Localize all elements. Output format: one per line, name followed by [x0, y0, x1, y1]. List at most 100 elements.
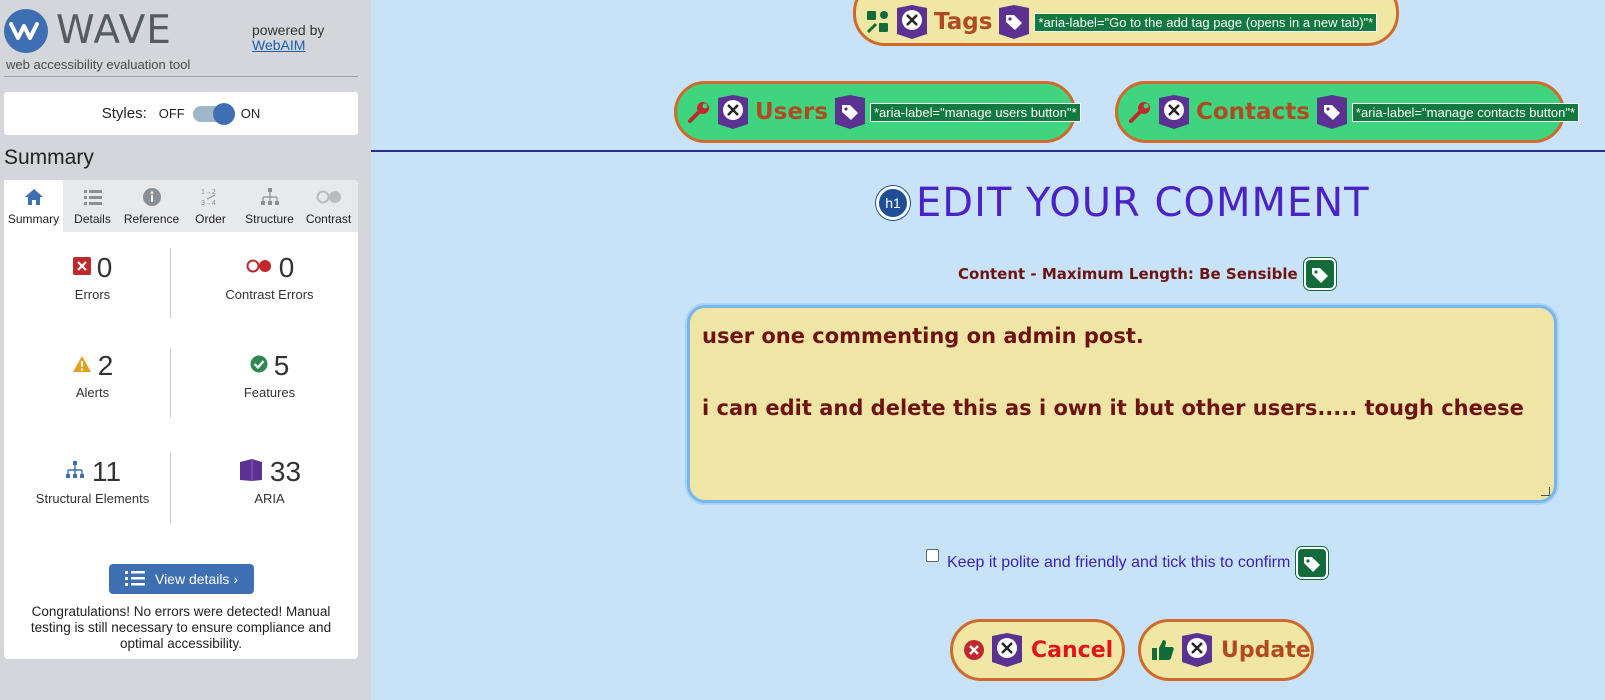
stat-row: 11 Structural Elements 33 ARIA: [4, 452, 358, 556]
header-divider: [371, 150, 1605, 152]
stat-row: 0 Errors 0 Contrast Errors: [4, 248, 358, 350]
congrats-message: Congratulations! No errors were detected…: [30, 604, 332, 651]
aria-label-annotation: *aria-label="manage users button"*: [870, 102, 1081, 122]
view-details-button[interactable]: View details ›: [109, 564, 254, 594]
update-button[interactable]: Update: [1138, 619, 1314, 681]
stat-row: 2 Alerts 5 Features: [4, 348, 358, 456]
contrast-icon: [316, 185, 342, 209]
content-label-text: Content - Maximum Length: Be Sensible: [958, 265, 1298, 283]
stat-contrast-errors[interactable]: 0 Contrast Errors: [181, 252, 358, 350]
aria-hidden-icon: [717, 95, 749, 129]
styles-toggle-box: Styles: OFF ON: [4, 92, 358, 135]
webaim-link[interactable]: WebAIM: [252, 37, 305, 53]
stat-label: Alerts: [75, 385, 110, 400]
wave-tabs: Summary Details Reference 1→2 3→4 Order S…: [4, 180, 358, 232]
cancel-icon: [963, 639, 985, 661]
summary-heading: Summary: [4, 146, 94, 169]
tab-label: Contrast: [305, 212, 352, 226]
confirm-label: Keep it polite and friendly and tick thi…: [947, 554, 1291, 571]
tab-structure[interactable]: Structure: [240, 180, 299, 232]
update-label: Update: [1221, 637, 1311, 663]
summary-stats: 0 Errors 0 Contrast Errors 2 Alerts 5 Fe…: [4, 248, 358, 556]
tab-label: Reference: [123, 212, 180, 226]
wrench-icon: [687, 100, 711, 124]
stat-value: 0: [278, 252, 295, 283]
divider: [170, 452, 171, 524]
page-content: Tags *aria-label="Go to the add tag page…: [371, 0, 1605, 700]
page-heading: h1 EDIT YOUR COMMENT: [876, 180, 1370, 226]
stat-value: 2: [97, 350, 114, 381]
label-feature-icon: [1296, 547, 1329, 579]
comment-line-1: user one commenting on admin post.: [702, 324, 1144, 348]
tab-order[interactable]: 1→2 3→4 Order: [181, 180, 240, 232]
stat-value: 0: [96, 252, 113, 283]
aria-hidden-icon: [1158, 95, 1190, 129]
divider: [4, 76, 358, 77]
tag-wrench-icon: [866, 10, 890, 34]
resize-handle[interactable]: [1541, 487, 1550, 496]
tags-label: Tags: [934, 9, 993, 35]
contacts-button[interactable]: Contacts *aria-label="manage contacts bu…: [1115, 81, 1580, 143]
error-icon: [72, 256, 91, 280]
stat-errors[interactable]: 0 Errors: [4, 252, 181, 350]
stat-structural[interactable]: 11 Structural Elements: [4, 456, 181, 556]
aria-label-icon: [834, 95, 866, 129]
styles-label: Styles:: [101, 105, 147, 122]
comment-textarea[interactable]: user one commenting on admin post. i can…: [687, 305, 1557, 503]
tags-button[interactable]: Tags *aria-label="Go to the add tag page…: [853, 0, 1399, 46]
styles-toggle[interactable]: [192, 102, 235, 125]
page-title: EDIT YOUR COMMENT: [916, 180, 1370, 226]
stat-label: ARIA: [254, 491, 285, 506]
structure-icon: [64, 460, 86, 485]
tab-details[interactable]: Details: [63, 180, 122, 232]
styles-off-label: OFF: [158, 106, 185, 121]
aria-label-icon: [998, 5, 1030, 39]
cancel-label: Cancel: [1031, 637, 1114, 663]
toggle-knob: [212, 102, 235, 125]
contacts-label: Contacts: [1196, 99, 1310, 125]
users-button[interactable]: Users *aria-label="manage users button"*: [674, 81, 1081, 143]
tab-label: Details: [74, 212, 111, 226]
stat-aria[interactable]: 33 ARIA: [181, 456, 358, 556]
stat-label: Contrast Errors: [225, 287, 314, 302]
stat-label: Structural Elements: [35, 491, 150, 506]
list-icon: [124, 570, 145, 589]
powered-by: powered by WebAIM: [252, 23, 324, 53]
tab-label: Order: [195, 212, 226, 226]
order-icon: 1→2 3→4: [200, 185, 222, 209]
label-feature-icon: [1303, 258, 1336, 290]
styles-on-label: ON: [240, 106, 261, 121]
aria-label-annotation: *aria-label="Go to the add tag page (ope…: [1034, 12, 1378, 32]
structure-icon: [259, 185, 281, 209]
svg-text:1→2: 1→2: [201, 189, 216, 196]
wave-logo[interactable]: WAVE: [4, 8, 172, 53]
aria-icon: [238, 458, 264, 487]
h1-icon: h1: [876, 186, 910, 220]
tab-reference[interactable]: Reference: [122, 180, 181, 232]
aria-label-annotation: *aria-label="manage contacts button"*: [1351, 102, 1580, 122]
users-label: Users: [755, 99, 828, 125]
tab-contrast[interactable]: Contrast: [299, 180, 358, 232]
list-icon: [83, 185, 103, 209]
tab-summary[interactable]: Summary: [4, 180, 63, 232]
thumbs-up-icon: [1151, 638, 1175, 662]
stat-value: 33: [269, 456, 302, 487]
info-icon: [142, 185, 162, 209]
confirm-row: Keep it polite and friendly and tick thi…: [926, 547, 1329, 579]
wave-logo-text: WAVE: [56, 8, 172, 53]
alert-icon: [72, 355, 92, 378]
stat-features[interactable]: 5 Features: [181, 350, 358, 456]
confirm-checkbox[interactable]: [926, 548, 939, 562]
content-label: Content - Maximum Length: Be Sensible: [958, 258, 1336, 290]
aria-hidden-icon: [991, 633, 1023, 667]
powered-by-text: powered by: [252, 22, 325, 38]
stat-alerts[interactable]: 2 Alerts: [4, 350, 181, 456]
tab-label: Summary: [7, 212, 60, 226]
stat-value: 5: [273, 350, 290, 381]
cancel-button[interactable]: Cancel: [950, 619, 1125, 681]
stat-label: Features: [243, 385, 296, 400]
comment-line-2: i can edit and delete this as i own it b…: [702, 396, 1524, 420]
contrast-error-icon: [245, 258, 273, 279]
divider: [170, 248, 171, 318]
